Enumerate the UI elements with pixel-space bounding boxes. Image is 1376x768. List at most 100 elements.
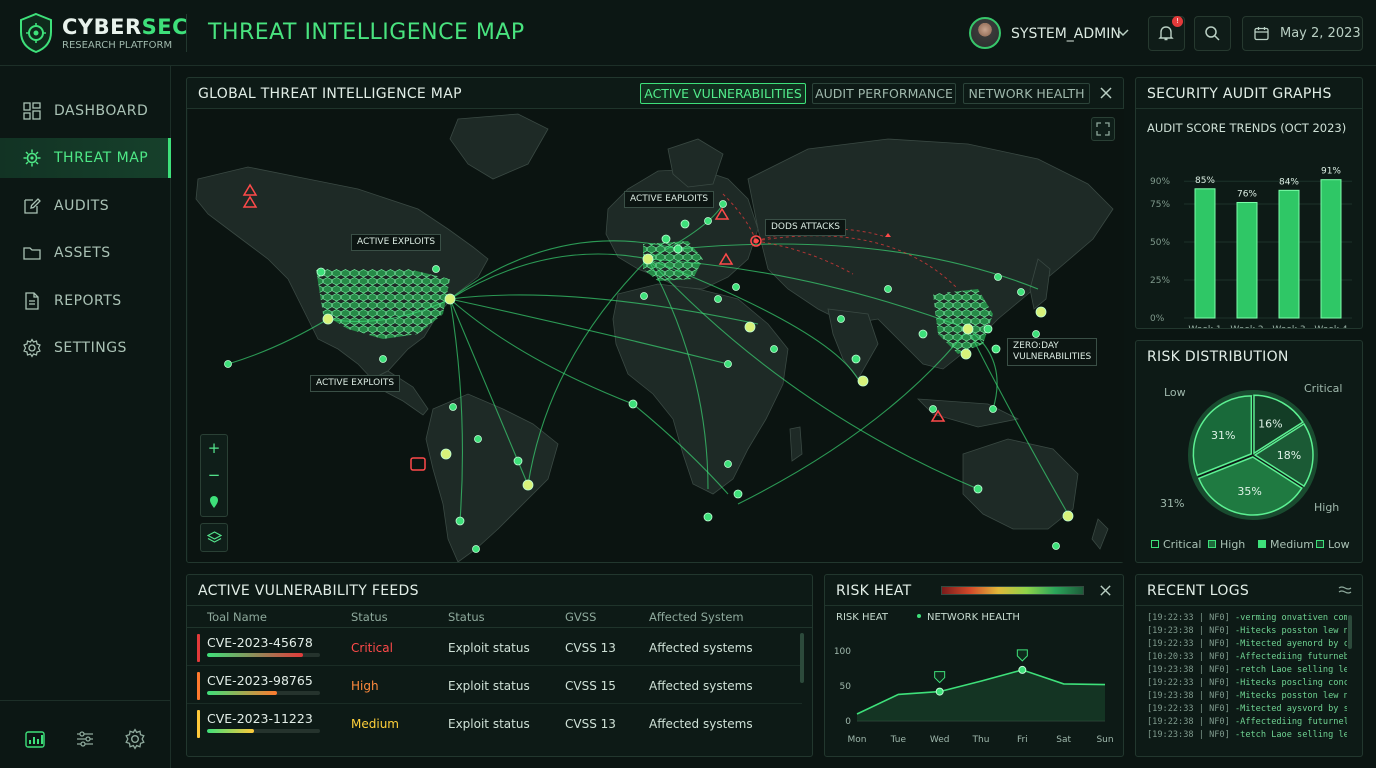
bar-data-label: 84% — [1279, 177, 1299, 187]
sidebar-item-reports[interactable]: REPORTS — [0, 281, 171, 321]
sliders-icon[interactable] — [74, 728, 96, 750]
heat-divider — [825, 605, 1123, 606]
status-badge: High — [351, 679, 379, 693]
map-label-active-exploits-eu: ACTIVE EAPLOITS — [624, 191, 715, 208]
table-row[interactable]: CVE-2023-11223 Medium Exploit status CVS… — [187, 704, 802, 742]
sidebar-item-label: THREAT MAP — [54, 150, 149, 166]
log-timestamp: [19:23:38 | NF0] — [1147, 665, 1230, 675]
locate-button[interactable] — [201, 489, 227, 516]
zoom-controls: + − — [200, 434, 228, 517]
tab-network-health[interactable]: NETWORK HEALTH — [963, 83, 1090, 104]
bar[interactable] — [1278, 189, 1300, 319]
close-icon[interactable] — [1099, 86, 1113, 100]
audit-score-bar-chart: 90% 75% 50% 25% 0% 85% Week 1 76% Week 2 84% Week … — [1150, 167, 1352, 328]
line-area — [857, 669, 1105, 721]
pie-outer-label-31: 31% — [1160, 497, 1185, 510]
column-header-affected-system[interactable]: Affected System — [649, 610, 744, 624]
table-row[interactable]: CVE-2023-98765 High Exploit status CVSS … — [187, 666, 802, 704]
sidebar-item-dashboard[interactable]: DASHBOARD — [0, 91, 171, 131]
top-header: CYBERSEC RESEARCH PLATFORM THREAT INTELL… — [0, 0, 1376, 66]
log-entry: [19:22:38 | NF0] -Affectediing futurnelk… — [1147, 717, 1347, 727]
wave-icon[interactable] — [1338, 585, 1352, 595]
brand-name: CYBERSEC — [62, 15, 189, 39]
audit-divider — [1136, 108, 1362, 109]
pie-data-label: 18% — [1277, 449, 1301, 462]
calendar-icon — [1254, 27, 1269, 41]
zoom-out-button[interactable]: − — [201, 462, 227, 489]
x-tick-label: Week 1 — [1188, 325, 1221, 328]
severity-bar — [197, 672, 200, 700]
x-tick-label: Sun — [1096, 735, 1113, 745]
chevron-down-icon[interactable] — [1116, 27, 1130, 39]
x-tick-label: Week 3 — [1272, 325, 1305, 328]
bar[interactable] — [1236, 201, 1258, 319]
bar-data-label: 76% — [1237, 189, 1257, 199]
tab-audit-performance[interactable]: AUDIT PERFORMANCE — [812, 83, 956, 104]
cvss-score: CVSS 15 — [565, 679, 616, 693]
table-scrollbar[interactable] — [800, 633, 804, 683]
gear-icon[interactable] — [124, 728, 146, 750]
log-entry: [19:23:38 | NF0] -Hitecks posston lew nv… — [1147, 626, 1347, 636]
bar[interactable] — [1320, 179, 1342, 319]
layers-button[interactable] — [200, 523, 228, 552]
legend-swatch — [1316, 540, 1324, 548]
column-header-status-2[interactable]: Status — [448, 610, 485, 624]
line-point[interactable] — [935, 687, 944, 696]
log-message: -Mitected ayenord by crpe... — [1234, 639, 1347, 649]
fullscreen-button[interactable] — [1091, 117, 1115, 141]
y-tick-label: 0 — [845, 717, 851, 727]
y-tick-label: 90% — [1150, 177, 1170, 187]
page-title: THREAT INTELLIGENCE MAP — [208, 20, 525, 45]
column-header-tool-name[interactable]: Toal Name — [207, 610, 267, 624]
document-icon — [25, 292, 39, 310]
legend-low: Low — [1316, 538, 1350, 551]
line-point[interactable] — [1018, 665, 1027, 674]
user-name[interactable]: SYSTEM_ADMIN — [1011, 26, 1121, 42]
log-timestamp: [19:22:33 | NF0] — [1147, 704, 1230, 714]
affected-systems: Affected systems — [649, 679, 753, 693]
heat-legend-network: NETWORK HEALTH — [917, 612, 1020, 623]
sidebar-item-settings[interactable]: SETTINGS — [0, 328, 171, 368]
legend-dot — [917, 614, 921, 618]
severity-bar — [197, 634, 200, 662]
map-title: GLOBAL THREAT INTELLIGENCE MAP — [198, 86, 462, 102]
sidebar-item-audits[interactable]: AUDITS — [0, 186, 171, 226]
continent-south-america — [425, 393, 559, 562]
world-map[interactable]: ACTIVE EXPLOITS ACTIVE EAPLOITS ACTIVE E… — [188, 109, 1124, 562]
sidebar-item-label: DASHBOARD — [54, 103, 149, 119]
pie-outer-label-low: Low — [1164, 386, 1186, 399]
table-row[interactable]: CVE-2023-45678 Critical Exploit status C… — [187, 628, 802, 666]
column-header-status[interactable]: Status — [351, 610, 388, 624]
cve-id: CVE-2023-45678 — [207, 635, 313, 650]
severity-bar — [197, 710, 200, 738]
continent-indonesia — [916, 398, 1020, 428]
affected-systems: Affected systems — [649, 641, 753, 655]
map-label-zero-day: ZERO:DAY VULNERABILITIES — [1007, 338, 1098, 366]
zoom-in-button[interactable]: + — [201, 435, 227, 462]
vulnerability-feed-panel: ACTIVE VULNERABILITY FEEDS Toal Name Sta… — [186, 574, 813, 757]
log-timestamp: [19:23:38 | NF0] — [1147, 730, 1230, 740]
sidebar-item-assets[interactable]: ASSETS — [0, 233, 171, 273]
brand-logo[interactable]: CYBERSEC RESEARCH PLATFORM — [18, 12, 188, 56]
risk-distribution-panel: RISK DISTRIBUTION 16% 18% 35% 31% Low Criti… — [1135, 340, 1363, 563]
analytics-icon[interactable] — [24, 728, 46, 750]
sidebar-item-threat-map[interactable]: THREAT MAP — [0, 138, 171, 178]
log-message: -Hitecks poscling concsnts... — [1234, 678, 1347, 688]
bar[interactable] — [1194, 188, 1216, 319]
continent-greenland — [449, 113, 549, 180]
vuln-divider — [187, 605, 812, 606]
tab-active-vulnerabilities[interactable]: ACTIVE VULNERABILITIES — [640, 83, 806, 104]
sidebar-item-label: AUDITS — [54, 198, 110, 214]
log-message: -retch Laoe selling legs. — [1234, 665, 1347, 675]
close-icon[interactable] — [1099, 584, 1112, 597]
status-badge: Critical — [351, 641, 393, 655]
status-badge: Medium — [351, 717, 399, 731]
avatar[interactable] — [969, 17, 1001, 49]
shield-marker-icon — [1016, 649, 1028, 662]
column-header-cvss[interactable]: GVSS — [565, 610, 596, 624]
x-tick-label: Mon — [848, 735, 867, 745]
gear-icon — [23, 338, 41, 358]
severity-progress-fill — [207, 729, 255, 733]
logs-scrollbar[interactable] — [1348, 615, 1352, 649]
sidebar-divider — [0, 700, 171, 701]
